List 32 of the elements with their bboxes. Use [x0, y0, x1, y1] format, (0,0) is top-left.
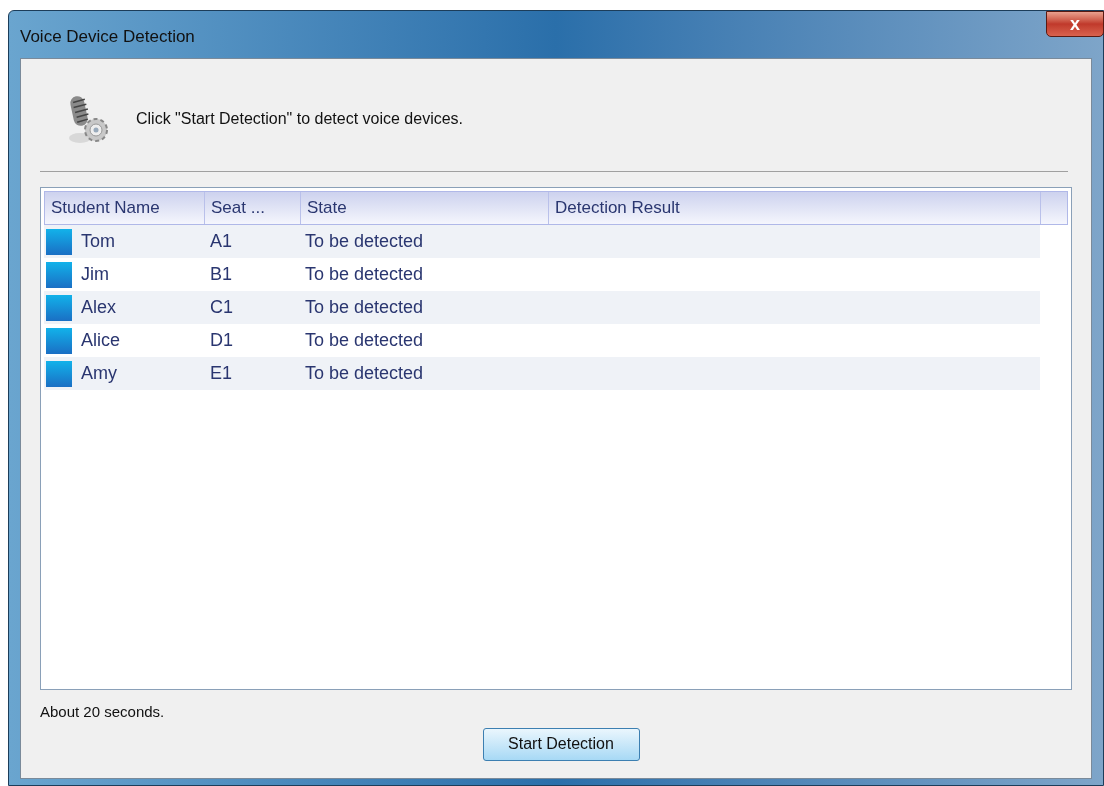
student-icon — [46, 228, 72, 255]
list-row[interactable]: Amy E1 To be detected — [44, 357, 1040, 390]
column-header[interactable]: Seat ... — [205, 192, 301, 224]
student-icon — [46, 294, 72, 321]
close-button[interactable]: x — [1046, 11, 1104, 37]
list-row[interactable]: Tom A1 To be detected — [44, 225, 1040, 258]
seat-cell-text: E1 — [209, 362, 234, 385]
column-header[interactable]: State — [301, 192, 549, 224]
student-name: Amy — [81, 362, 117, 385]
instruction-text: Click "Start Detection" to detect voice devices. — [136, 109, 464, 129]
student-icon — [46, 327, 72, 354]
seat-cell-text: A1 — [209, 230, 234, 253]
student-icon — [46, 261, 72, 288]
student-icon — [46, 360, 72, 387]
start-detection-button[interactable]: Start Detection — [482, 727, 640, 761]
status-text: About 20 seconds. — [40, 702, 166, 722]
column-header[interactable]: Detection Result — [549, 192, 1041, 224]
window-title: Voice Device Detection — [20, 26, 195, 48]
seat-cell-text: D1 — [209, 329, 234, 352]
student-name: Jim — [81, 263, 109, 286]
student-name: Alice — [81, 329, 120, 352]
student-name: Tom — [81, 230, 115, 253]
list-row[interactable]: Alex C1 To be detected — [44, 291, 1040, 324]
seat-cell-text: C1 — [209, 296, 234, 319]
student-name: Alex — [81, 296, 116, 319]
state-cell-text: To be detected — [304, 296, 425, 319]
seat-cell-text: B1 — [209, 263, 234, 286]
state-cell-text: To be detected — [304, 230, 425, 253]
state-cell-text: To be detected — [304, 362, 425, 385]
column-header[interactable]: Student Name — [45, 192, 205, 224]
state-cell-text: To be detected — [304, 263, 425, 286]
state-cell-text: To be detected — [304, 329, 425, 352]
